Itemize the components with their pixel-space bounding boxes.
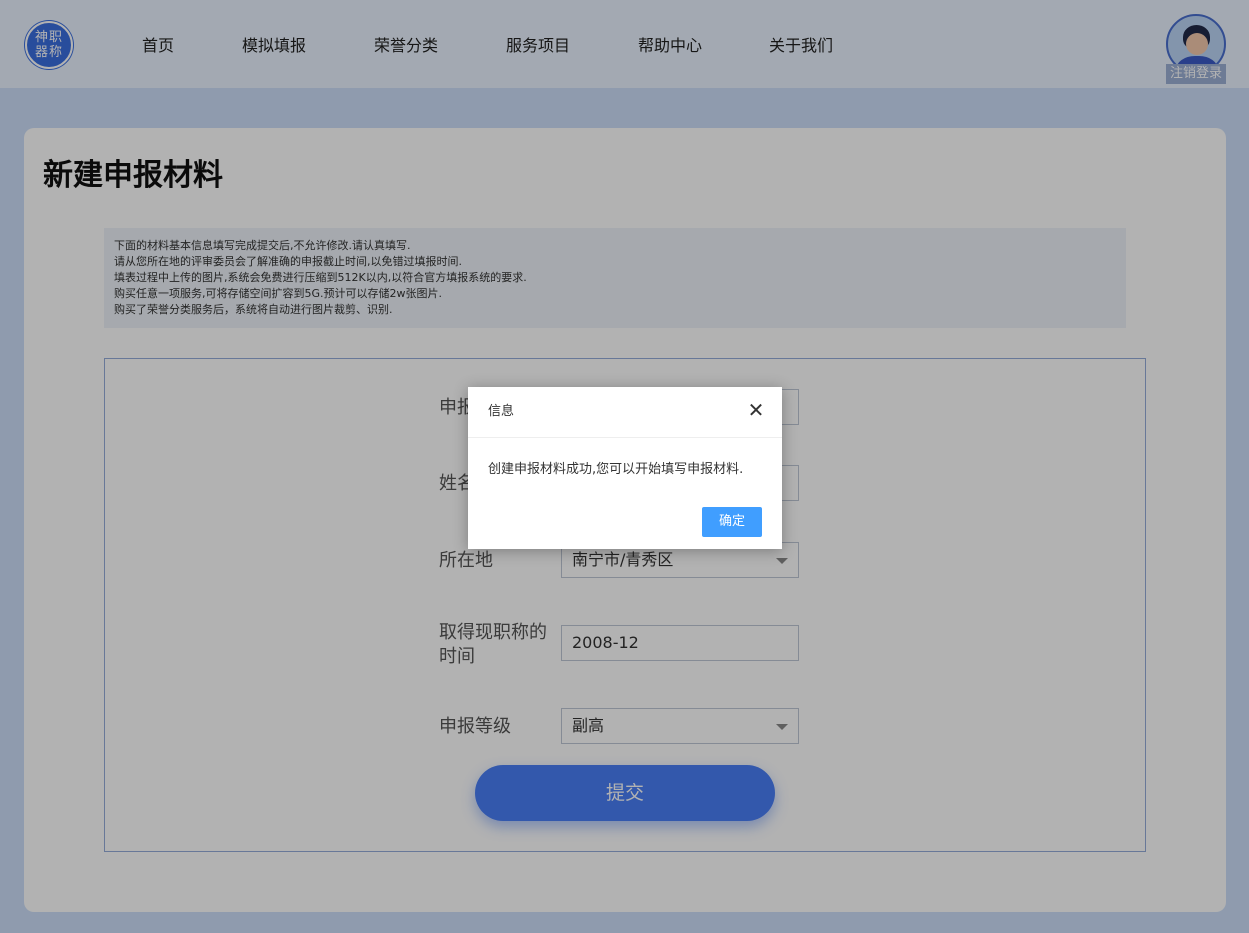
close-icon[interactable]: ✕ [746,400,766,420]
dialog-divider [468,437,782,438]
dialog-title: 信息 [488,404,515,419]
info-dialog: 信息 ✕ 创建申报材料成功,您可以开始填写申报材料. 确定 [468,387,782,549]
dialog-message: 创建申报材料成功,您可以开始填写申报材料. [488,462,744,477]
confirm-button[interactable]: 确定 [702,507,762,537]
